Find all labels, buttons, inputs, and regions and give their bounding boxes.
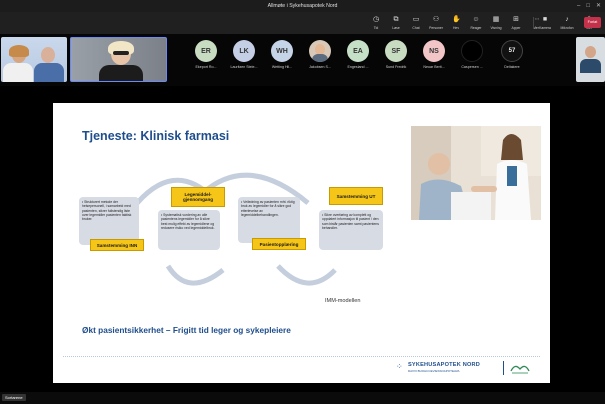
slide-photo	[411, 126, 541, 220]
model-caption: IMM-modellen	[325, 298, 361, 304]
presentation-slide: Tjeneste: Klinisk farmasi • Strukturert …	[53, 103, 550, 383]
participant-body	[3, 63, 33, 82]
participant-tile[interactable]: EA Engesland ...	[342, 40, 374, 69]
participants-count-tile[interactable]: 57 Deltakere	[496, 40, 528, 69]
process-box: • Strukturert metode der helsepersonell,…	[79, 197, 139, 245]
clock-icon: ◷	[372, 16, 380, 23]
people-icon: ⚇	[432, 16, 440, 23]
meeting-controls: ◷ Tid ⧉ Løse ▭ Chat ⚇ Personer ✋ Hev ☺ R…	[366, 14, 546, 33]
popout-icon: ⧉	[393, 16, 399, 23]
toolbar-item-people[interactable]: ⚇ Personer	[426, 14, 446, 33]
toolbar-item-time[interactable]: ◷ Tid	[366, 14, 386, 33]
participant-tile[interactable]: SF Sund Fredrik	[380, 40, 412, 69]
participant-tile[interactable]: ER Ekeport Ro...	[190, 40, 222, 69]
title-bar: Allmøte i Sykehusapotek Nord – □ ✕	[0, 0, 605, 12]
toolbar-item-chat[interactable]: ▭ Chat	[406, 14, 426, 33]
toolbar-item-apps[interactable]: ⊞ Apper	[506, 14, 526, 33]
logo-divider	[503, 361, 504, 375]
self-view-tile[interactable]	[576, 37, 605, 82]
avatar: EA	[347, 40, 369, 62]
participant-strip: ER Ekeport Ro... LK Lauritzen Steie... W…	[0, 34, 605, 86]
camera-icon: ■	[542, 16, 548, 23]
toolbar-item-view[interactable]: ▦ Visning	[486, 14, 506, 33]
participant-body	[99, 65, 143, 81]
leave-button[interactable]: Forlat	[584, 17, 601, 28]
participant-hair	[9, 45, 29, 57]
avatar: NS	[423, 40, 445, 62]
close-icon[interactable]: ✕	[596, 0, 601, 12]
teams-meeting-window: Allmøte i Sykehusapotek Nord – □ ✕ ◷ Tid…	[0, 0, 605, 404]
sami-pattern-icon	[510, 365, 530, 374]
avatar: ER	[195, 40, 217, 62]
participant-tile[interactable]: Jakobsen S...	[304, 40, 336, 69]
avatar	[461, 40, 483, 62]
participant-tile[interactable]: NS Neuar Berit...	[418, 40, 450, 69]
meeting-toolbar: ◷ Tid ⧉ Løse ▭ Chat ⚇ Personer ✋ Hev ☺ R…	[0, 12, 605, 34]
smile-icon: ☺	[472, 16, 480, 23]
participant-face	[41, 47, 55, 63]
avatar-photo	[309, 40, 331, 62]
avatar: LK	[233, 40, 255, 62]
process-label: Legemiddel-gjennomgang	[171, 187, 225, 207]
logo-mark-icon: ⁘	[396, 362, 403, 371]
process-box: • Sikre overføring av komplett og oppdat…	[319, 210, 383, 250]
participant-body	[580, 59, 601, 73]
cycle-arrow	[276, 264, 337, 286]
process-box: • Systematisk vurdering av alle pasiente…	[158, 210, 220, 250]
camera-button[interactable]: ■ Kamera	[534, 14, 556, 33]
pharmacist-patient-photo	[411, 126, 541, 220]
process-label: Pasientopplæring	[252, 238, 306, 250]
toolbar-item-react[interactable]: ☺ Reager	[466, 14, 486, 33]
slide-logo-subtitle: DAVVI BUOHCCEVIESSOAPOTEAVA	[408, 369, 460, 373]
participant-tile[interactable]: WH Wetting Hil...	[266, 40, 298, 69]
participant-body	[34, 63, 64, 82]
process-label: Samstemming INN	[90, 239, 144, 251]
window-title: Allmøte i Sykehusapotek Nord	[267, 3, 338, 9]
presenter-name: Sortarene	[2, 394, 26, 401]
slide-key-message: Økt pasientsikkerhet – Frigitt tid leger…	[82, 325, 291, 335]
stage-footer: Sortarene	[0, 392, 605, 404]
avatar: WH	[271, 40, 293, 62]
process-box: • Veiledning av pasienten mht. riktig br…	[238, 197, 300, 243]
participant-face	[585, 46, 596, 58]
participant-tile[interactable]: LK Lauritzen Steie...	[228, 40, 260, 69]
cycle-arrow	[165, 264, 225, 286]
mic-icon: ♪	[565, 16, 569, 23]
participant-count-badge: 57	[501, 40, 523, 62]
process-label: Samstemming UT	[329, 187, 383, 205]
avatar: SF	[385, 40, 407, 62]
video-tile-active-speaker[interactable]	[70, 37, 167, 82]
toolbar-item-raise-hand[interactable]: ✋ Hev	[446, 14, 466, 33]
slide-divider	[63, 356, 540, 357]
participant-tile[interactable]: Caspersen ...	[456, 40, 488, 69]
video-tile-participant[interactable]	[1, 37, 67, 82]
shared-content-stage: Tjeneste: Klinisk farmasi • Strukturert …	[0, 86, 605, 392]
glasses	[113, 51, 129, 55]
toolbar-item-popout[interactable]: ⧉ Løse	[386, 14, 406, 33]
mic-button[interactable]: ♪ Mikrofon	[556, 14, 578, 33]
slide-title: Tjeneste: Klinisk farmasi	[82, 129, 230, 143]
hand-icon: ✋	[452, 16, 461, 23]
apps-icon: ⊞	[513, 16, 519, 23]
view-icon: ▦	[492, 16, 500, 23]
window-controls: – □ ✕	[577, 0, 601, 12]
slide-logo: SYKEHUSAPOTEK NORD	[408, 362, 480, 368]
maximize-icon[interactable]: □	[586, 0, 590, 12]
chat-icon: ▭	[412, 16, 420, 23]
minimize-icon[interactable]: –	[577, 0, 580, 12]
